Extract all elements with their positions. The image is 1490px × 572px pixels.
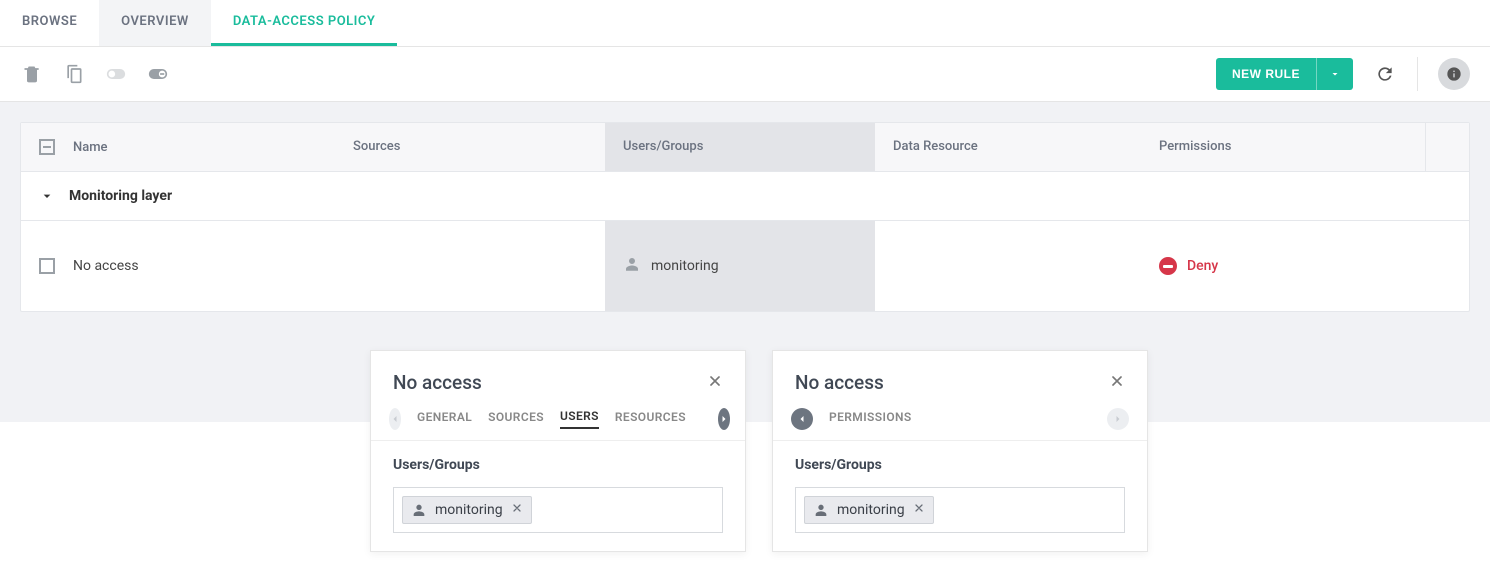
close-icon[interactable] — [1109, 373, 1125, 393]
group-row-monitoring-layer[interactable]: Monitoring layer — [21, 172, 1469, 221]
th-name: Name — [21, 123, 335, 171]
info-icon[interactable] — [1438, 58, 1470, 90]
tab-data-access-policy[interactable]: DATA-ACCESS POLICY — [211, 0, 398, 46]
chip-remove-icon[interactable] — [511, 502, 523, 518]
th-users[interactable]: Users/Groups — [605, 123, 875, 171]
delete-icon[interactable] — [20, 62, 44, 86]
chip-monitoring: monitoring — [804, 496, 934, 524]
cell-data-resource — [875, 221, 1141, 311]
cell-actions — [1425, 221, 1469, 311]
detail-panels: No access GENERAL SOURCES USERS RESOURCE… — [370, 350, 1148, 552]
th-actions — [1425, 123, 1469, 171]
panel-nav-prev[interactable] — [791, 408, 813, 430]
table-header-row: Name Sources Users/Groups Data Resource … — [21, 123, 1469, 172]
panel-nav-next — [1107, 408, 1129, 430]
ptab-resources[interactable]: RESOURCES — [615, 410, 686, 428]
cell-permissions-value: Deny — [1187, 258, 1218, 274]
cell-users: monitoring — [605, 221, 875, 311]
panel-users: No access GENERAL SOURCES USERS RESOURCE… — [370, 350, 746, 552]
user-icon — [623, 255, 641, 277]
panel-nav-prev — [389, 408, 401, 430]
chip-remove-icon[interactable] — [913, 502, 925, 518]
panel-tabs: PERMISSIONS — [773, 408, 1147, 441]
rules-table: Name Sources Users/Groups Data Resource … — [20, 122, 1470, 312]
chevron-down-icon — [39, 188, 55, 204]
group-label: Monitoring layer — [69, 188, 172, 204]
panel-title: No access — [393, 371, 482, 394]
top-tabs: BROWSE OVERVIEW DATA-ACCESS POLICY — [0, 0, 1490, 47]
user-icon — [813, 502, 829, 518]
cell-sources — [335, 221, 605, 311]
ptab-general[interactable]: GENERAL — [417, 410, 472, 428]
disable-toggle-icon[interactable] — [146, 62, 170, 86]
refresh-icon[interactable] — [1373, 62, 1397, 86]
user-icon — [411, 502, 427, 518]
new-rule-button[interactable]: NEW RULE — [1216, 58, 1316, 90]
ptab-sources[interactable]: SOURCES — [488, 410, 544, 428]
tab-overview[interactable]: OVERVIEW — [99, 0, 211, 46]
section-label: Users/Groups — [393, 457, 723, 473]
cell-name: No access — [21, 221, 335, 311]
toolbar: NEW RULE — [0, 47, 1490, 102]
new-rule-dropdown[interactable] — [1316, 58, 1353, 90]
users-chip-input[interactable]: monitoring — [795, 487, 1125, 533]
deny-icon — [1159, 257, 1177, 275]
cell-users-value: monitoring — [651, 258, 719, 274]
ptab-permissions[interactable]: PERMISSIONS — [829, 410, 912, 428]
th-sources[interactable]: Sources — [335, 123, 605, 171]
panel-tabs: GENERAL SOURCES USERS RESOURCES — [371, 408, 745, 441]
copy-icon[interactable] — [62, 62, 86, 86]
enable-toggle-icon[interactable] — [104, 62, 128, 86]
th-permissions[interactable]: Permissions — [1141, 123, 1425, 171]
tab-browse[interactable]: BROWSE — [0, 0, 99, 46]
close-icon[interactable] — [707, 373, 723, 393]
toolbar-divider — [1417, 57, 1418, 91]
th-name-label: Name — [73, 140, 108, 155]
panel-nav-next[interactable] — [718, 408, 730, 430]
section-label: Users/Groups — [795, 457, 1125, 473]
chip-monitoring: monitoring — [402, 496, 532, 524]
panel-title: No access — [795, 371, 884, 394]
cell-permissions: Deny — [1141, 221, 1425, 311]
chip-label: monitoring — [837, 502, 905, 518]
row-checkbox[interactable] — [39, 258, 55, 274]
th-data-resource[interactable]: Data Resource — [875, 123, 1141, 171]
chip-label: monitoring — [435, 502, 503, 518]
row-name: No access — [73, 258, 139, 274]
users-chip-input[interactable]: monitoring — [393, 487, 723, 533]
new-rule-group: NEW RULE — [1216, 58, 1353, 90]
panel-permissions: No access PERMISSIONS Users/Groups monit… — [772, 350, 1148, 552]
select-all-checkbox[interactable] — [39, 139, 55, 155]
ptab-users[interactable]: USERS — [560, 409, 599, 429]
table-row[interactable]: No access monitoring Deny — [21, 221, 1469, 311]
